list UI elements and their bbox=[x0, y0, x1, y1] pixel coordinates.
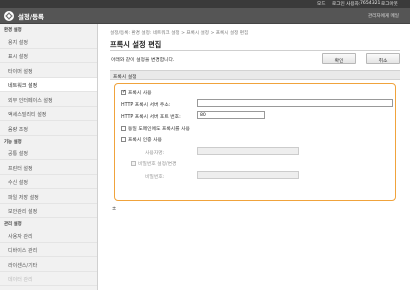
server-address-input[interactable] bbox=[197, 99, 393, 107]
section-title: 프록시 설정 bbox=[113, 75, 137, 80]
title-divider bbox=[110, 50, 400, 51]
sidebar-item-license[interactable]: 라이센스/기타 bbox=[0, 257, 97, 272]
username-label: 사용자명: bbox=[145, 151, 165, 156]
action-bar: 아래와 같이 설정을 변경합니다. 확인 취소 bbox=[110, 53, 400, 65]
sidebar-item-receive[interactable]: 수신 설정 bbox=[0, 175, 97, 189]
sidebar: 환경 설정 용지 설정 표시 설정 타이머 설정 네트워크 설정 외부 인터페이… bbox=[0, 24, 98, 290]
logout-link[interactable]: 로그아웃 bbox=[381, 1, 398, 7]
footnote-mark: ± bbox=[112, 206, 117, 212]
login-user-label: 로그인 사용자: bbox=[332, 2, 361, 7]
proxy-auth-label: 프록시 인증 사용 bbox=[128, 138, 162, 143]
main-content: 설정/등록: 환경 설정: 네트워크 설정 > 프록시 설정 > 프록시 설정 … bbox=[100, 24, 410, 290]
proxy-settings-panel: 프록시 사용 HTTP 프록시 서버 주소: HTTP 프록시 서버 포트 번호… bbox=[114, 83, 396, 201]
use-proxy-checkbox[interactable] bbox=[121, 89, 126, 95]
password-input[interactable] bbox=[197, 171, 299, 179]
sidebar-item-device-management[interactable]: 디바이스 관리 bbox=[0, 243, 97, 257]
top-status-bar: 모드 로그인 사용자: 7654321 로그아웃 bbox=[0, 0, 410, 8]
app-header: 설정/등록 관리자에게 메일 bbox=[0, 8, 410, 24]
cancel-button[interactable]: 취소 bbox=[366, 53, 400, 64]
mode-label: 모드 bbox=[317, 2, 326, 7]
sidebar-item-display[interactable]: 표시 설정 bbox=[0, 49, 97, 63]
use-proxy-label: 프록시 사용 bbox=[128, 91, 152, 96]
section-header: 프록시 설정 bbox=[110, 70, 400, 80]
sidebar-item-volume[interactable]: 음량 조정 bbox=[0, 121, 97, 136]
sidebar-item-common[interactable]: 공통 설정 bbox=[0, 146, 97, 160]
page-title: 프록시 설정 편집 bbox=[110, 40, 162, 49]
sidebar-item-printer[interactable]: 프린터 설정 bbox=[0, 160, 97, 175]
server-address-label: HTTP 프록시 서버 주소: bbox=[121, 103, 171, 108]
sidebar-section-management: 관리 설정 bbox=[4, 222, 22, 227]
server-port-label: HTTP 프록시 서버 포트 번호: bbox=[121, 115, 181, 120]
username-input[interactable] bbox=[197, 147, 299, 155]
sidebar-item-external-interface[interactable]: 외부 인터페이스 설정 bbox=[0, 92, 97, 107]
settings-app-icon bbox=[4, 11, 14, 21]
app-title: 설정/등록 bbox=[18, 13, 44, 21]
same-domain-label: 동일 도메인에도 프록시를 사용 bbox=[128, 127, 190, 132]
server-port-input[interactable]: 80 bbox=[197, 111, 265, 119]
login-user-id: 7654321 bbox=[360, 1, 381, 6]
sidebar-item-paper[interactable]: 용지 설정 bbox=[0, 34, 97, 49]
sidebar-item-file-save[interactable]: 파일 저장 설정 bbox=[0, 189, 97, 204]
sidebar-item-user-management[interactable]: 사용자 관리 bbox=[0, 228, 97, 243]
set-password-checkbox[interactable] bbox=[131, 161, 136, 166]
sidebar-item-security[interactable]: 보안관리 설정 bbox=[0, 204, 97, 218]
sidebar-item-data-management[interactable]: 데이터 관리 bbox=[0, 272, 97, 286]
sidebar-item-timer[interactable]: 타이머 설정 bbox=[0, 63, 97, 78]
proxy-auth-checkbox[interactable] bbox=[121, 137, 126, 142]
password-label: 비밀번호: bbox=[145, 175, 165, 180]
admin-mail-link[interactable]: 관리자에게 메일 bbox=[368, 13, 399, 19]
sidebar-section-environment: 환경 설정 bbox=[4, 28, 22, 33]
set-password-label: 비밀번호 설정/변경 bbox=[138, 162, 177, 167]
instruction-text: 아래와 같이 설정을 변경합니다. bbox=[111, 58, 175, 63]
ok-button[interactable]: 확인 bbox=[322, 53, 356, 64]
sidebar-section-function: 기능 설정 bbox=[4, 139, 22, 145]
same-domain-checkbox[interactable] bbox=[121, 126, 126, 131]
sidebar-item-accessibility[interactable]: 액세스빌리티 설정 bbox=[0, 107, 97, 121]
sidebar-item-network[interactable]: 네트워크 설정 bbox=[0, 77, 97, 92]
breadcrumb: 설정/등록: 환경 설정: 네트워크 설정 > 프록시 설정 > 프록시 설정 … bbox=[110, 31, 249, 36]
